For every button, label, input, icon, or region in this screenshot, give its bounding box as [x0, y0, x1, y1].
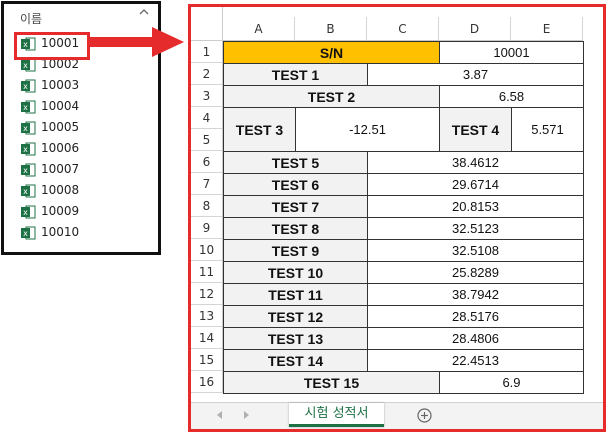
- cell-test7-label[interactable]: TEST 7: [223, 195, 368, 218]
- cell-test3-label[interactable]: TEST 3: [223, 107, 296, 152]
- file-name: 10004: [41, 99, 80, 113]
- row-header[interactable]: 6: [191, 151, 223, 173]
- column-header-c[interactable]: C: [367, 17, 439, 41]
- row-header[interactable]: 15: [191, 349, 223, 371]
- column-header-a[interactable]: A: [223, 17, 295, 41]
- cell-test7-value[interactable]: 20.8153: [367, 195, 584, 218]
- sheet-tab-bar: 시험 성적서: [191, 402, 603, 429]
- cell-test6-label[interactable]: TEST 6: [223, 173, 368, 196]
- select-all-corner[interactable]: [191, 7, 223, 41]
- cell-test10-value[interactable]: 25.8289: [367, 261, 584, 284]
- column-header-e[interactable]: E: [511, 17, 583, 41]
- cell-test14-label[interactable]: TEST 14: [223, 349, 368, 372]
- cell-test9-value[interactable]: 32.5108: [367, 239, 584, 262]
- scroll-right-icon[interactable]: [241, 410, 251, 420]
- cell-test9-label[interactable]: TEST 9: [223, 239, 368, 262]
- cell-test1-value[interactable]: 3.87: [367, 63, 584, 86]
- file-name: 10008: [41, 183, 80, 197]
- file-name: 10007: [41, 162, 80, 176]
- cell-test5-label[interactable]: TEST 5: [223, 151, 368, 174]
- file-name: 10005: [41, 120, 80, 134]
- spreadsheet-window: A B C D E 1 2 3 4 5 6 7 8 9 10 11 12 13 …: [188, 4, 606, 432]
- arrow-right-icon: [88, 27, 184, 57]
- file-item[interactable]: x 10009: [18, 202, 138, 222]
- cell-test13-value[interactable]: 28.4806: [367, 327, 584, 350]
- add-sheet-icon[interactable]: [417, 408, 432, 423]
- cell-test11-label[interactable]: TEST 11: [223, 283, 368, 306]
- svg-text:x: x: [23, 124, 28, 133]
- cell-test3-value[interactable]: -12.51: [295, 107, 440, 152]
- row-header[interactable]: 9: [191, 217, 223, 239]
- cell-test4-label[interactable]: TEST 4: [439, 107, 512, 152]
- cell-sn-value[interactable]: 10001: [439, 41, 584, 64]
- cell-test8-label[interactable]: TEST 8: [223, 217, 368, 240]
- cell-test11-value[interactable]: 38.7942: [367, 283, 584, 306]
- excel-file-icon: x: [21, 226, 36, 240]
- cell-test15-value[interactable]: 6.9: [439, 371, 584, 394]
- file-name: 10009: [41, 204, 80, 218]
- svg-text:x: x: [23, 61, 28, 70]
- sheet-tab-active[interactable]: 시험 성적서: [289, 403, 384, 427]
- row-header[interactable]: 13: [191, 305, 223, 327]
- svg-text:x: x: [23, 103, 28, 112]
- row-header[interactable]: 11: [191, 261, 223, 283]
- file-item[interactable]: x 10008: [18, 181, 138, 201]
- row-header[interactable]: 8: [191, 195, 223, 217]
- file-item[interactable]: x 10003: [18, 76, 138, 96]
- cell-test6-value[interactable]: 29.6714: [367, 173, 584, 196]
- name-column-header[interactable]: 이름: [20, 10, 42, 27]
- file-item[interactable]: x 10005: [18, 118, 138, 138]
- svg-text:x: x: [23, 82, 28, 91]
- excel-file-icon: x: [21, 121, 36, 135]
- excel-file-icon: x: [21, 184, 36, 198]
- cell-test15-label[interactable]: TEST 15: [223, 371, 440, 394]
- row-header[interactable]: 2: [191, 63, 223, 85]
- file-name: 10010: [41, 225, 80, 239]
- row-header[interactable]: 14: [191, 327, 223, 349]
- excel-file-icon: x: [21, 100, 36, 114]
- cell-test2-value[interactable]: 6.58: [439, 85, 584, 108]
- cell-test12-label[interactable]: TEST 12: [223, 305, 368, 328]
- cell-sn-label[interactable]: S/N: [223, 41, 440, 64]
- excel-file-icon: x: [21, 58, 36, 72]
- column-header-d[interactable]: D: [439, 17, 511, 41]
- cell-test8-value[interactable]: 32.5123: [367, 217, 584, 240]
- excel-file-icon: x: [21, 79, 36, 93]
- row-header[interactable]: 10: [191, 239, 223, 261]
- cell-test10-label[interactable]: TEST 10: [223, 261, 368, 284]
- excel-file-icon: x: [21, 142, 36, 156]
- row-header[interactable]: 3: [191, 85, 223, 107]
- row-header[interactable]: 5: [191, 129, 223, 151]
- svg-text:x: x: [23, 208, 28, 217]
- row-header[interactable]: 12: [191, 283, 223, 305]
- cell-test1-label[interactable]: TEST 1: [223, 63, 368, 86]
- row-header[interactable]: 7: [191, 173, 223, 195]
- cell-test5-value[interactable]: 38.4612: [367, 151, 584, 174]
- file-name: 10006: [41, 141, 80, 155]
- file-item[interactable]: x 10006: [18, 139, 138, 159]
- cell-test2-label[interactable]: TEST 2: [223, 85, 440, 108]
- column-header-b[interactable]: B: [295, 17, 367, 41]
- svg-text:x: x: [23, 187, 28, 196]
- cell-test13-label[interactable]: TEST 13: [223, 327, 368, 350]
- row-header[interactable]: 16: [191, 371, 223, 393]
- chevron-up-icon[interactable]: [138, 6, 150, 18]
- scroll-left-icon[interactable]: [215, 410, 225, 420]
- file-name: 10003: [41, 78, 80, 92]
- file-item[interactable]: x 10010: [18, 223, 138, 243]
- selected-file-highlight: [14, 32, 90, 60]
- row-header[interactable]: 4: [191, 107, 223, 129]
- cell-test12-value[interactable]: 28.5176: [367, 305, 584, 328]
- file-item[interactable]: x 10007: [18, 160, 138, 180]
- cell-grid: A B C D E 1 2 3 4 5 6 7 8 9 10 11 12 13 …: [191, 7, 603, 402]
- file-item[interactable]: x 10004: [18, 97, 138, 117]
- svg-text:x: x: [23, 229, 28, 238]
- svg-text:x: x: [23, 145, 28, 154]
- cell-test4-value[interactable]: 5.571: [511, 107, 584, 152]
- cell-test14-value[interactable]: 22.4513: [367, 349, 584, 372]
- excel-file-icon: x: [21, 163, 36, 177]
- svg-text:x: x: [23, 166, 28, 175]
- excel-file-icon: x: [21, 205, 36, 219]
- row-header[interactable]: 1: [191, 41, 223, 63]
